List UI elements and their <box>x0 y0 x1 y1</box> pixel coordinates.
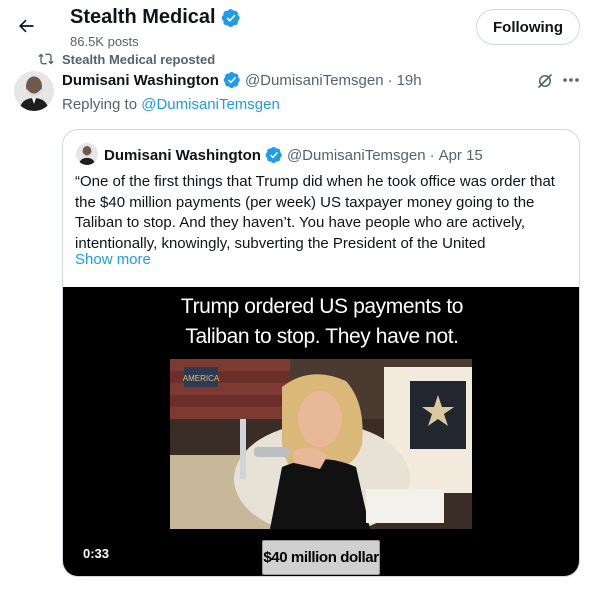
replying-prefix: Replying to <box>62 96 142 113</box>
video-frame: AMERICA <box>170 359 472 529</box>
quote-author-avatar <box>76 143 98 165</box>
author-avatar[interactable] <box>14 71 54 111</box>
video-player[interactable]: Trump ordered US payments to Taliban to … <box>63 287 579 576</box>
post-author-handle[interactable]: @DumisaniTemsgen <box>245 72 384 89</box>
quoted-post[interactable]: Dumisani Washington @DumisaniTemsgen · A… <box>62 129 580 577</box>
replying-to: Replying to @DumisaniTemsgen <box>62 96 280 113</box>
grok-icon <box>538 74 552 88</box>
video-caption-line2: Taliban to stop. They have not. <box>185 325 459 348</box>
profile-name: Stealth Medical <box>70 6 216 28</box>
following-button[interactable]: Following <box>476 9 580 45</box>
verified-badge-icon <box>265 146 282 164</box>
post-author-name[interactable]: Dumisani Washington <box>62 72 219 89</box>
show-more-link[interactable]: Show more <box>75 251 151 268</box>
back-button[interactable] <box>12 12 40 40</box>
quote-author-name: Dumisani Washington <box>104 146 261 164</box>
more-button[interactable] <box>561 71 581 89</box>
more-icon <box>563 78 579 82</box>
profile-header: Stealth Medical 86.5K posts Following <box>0 0 598 56</box>
posts-count: 86.5K posts <box>70 34 139 49</box>
grok-button[interactable] <box>536 72 554 90</box>
verified-badge-icon <box>223 71 240 89</box>
verified-badge-icon <box>221 8 240 27</box>
video-duration: 0:33 <box>83 546 110 561</box>
repost-icon <box>38 53 54 65</box>
video-caption-line1: Trump ordered US payments to <box>180 295 464 318</box>
back-arrow-icon <box>19 19 34 33</box>
profile-title: Stealth Medical <box>70 6 241 29</box>
video-lower-third: $40 million dollar <box>262 540 380 575</box>
repost-label: Stealth Medical reposted <box>62 51 216 67</box>
dot-separator: · <box>387 71 393 89</box>
quote-text: “One of the first things that Trump did … <box>75 173 555 252</box>
post-author-row: Dumisani Washington @DumisaniTemsgen · 1… <box>62 71 422 89</box>
quote-author-handle: @DumisaniTemsgen <box>286 146 426 164</box>
quote-author-row: Dumisani Washington @DumisaniTemsgen · A… <box>104 146 483 164</box>
replying-to-link[interactable]: @DumisaniTemsgen <box>141 96 280 113</box>
logo-text: AMERICA <box>183 374 220 383</box>
quote-date: Apr 15 <box>438 146 483 164</box>
post-time[interactable]: 19h <box>397 72 422 89</box>
repost-indicator: Stealth Medical reposted <box>38 51 215 67</box>
dot-separator: · <box>429 146 435 164</box>
